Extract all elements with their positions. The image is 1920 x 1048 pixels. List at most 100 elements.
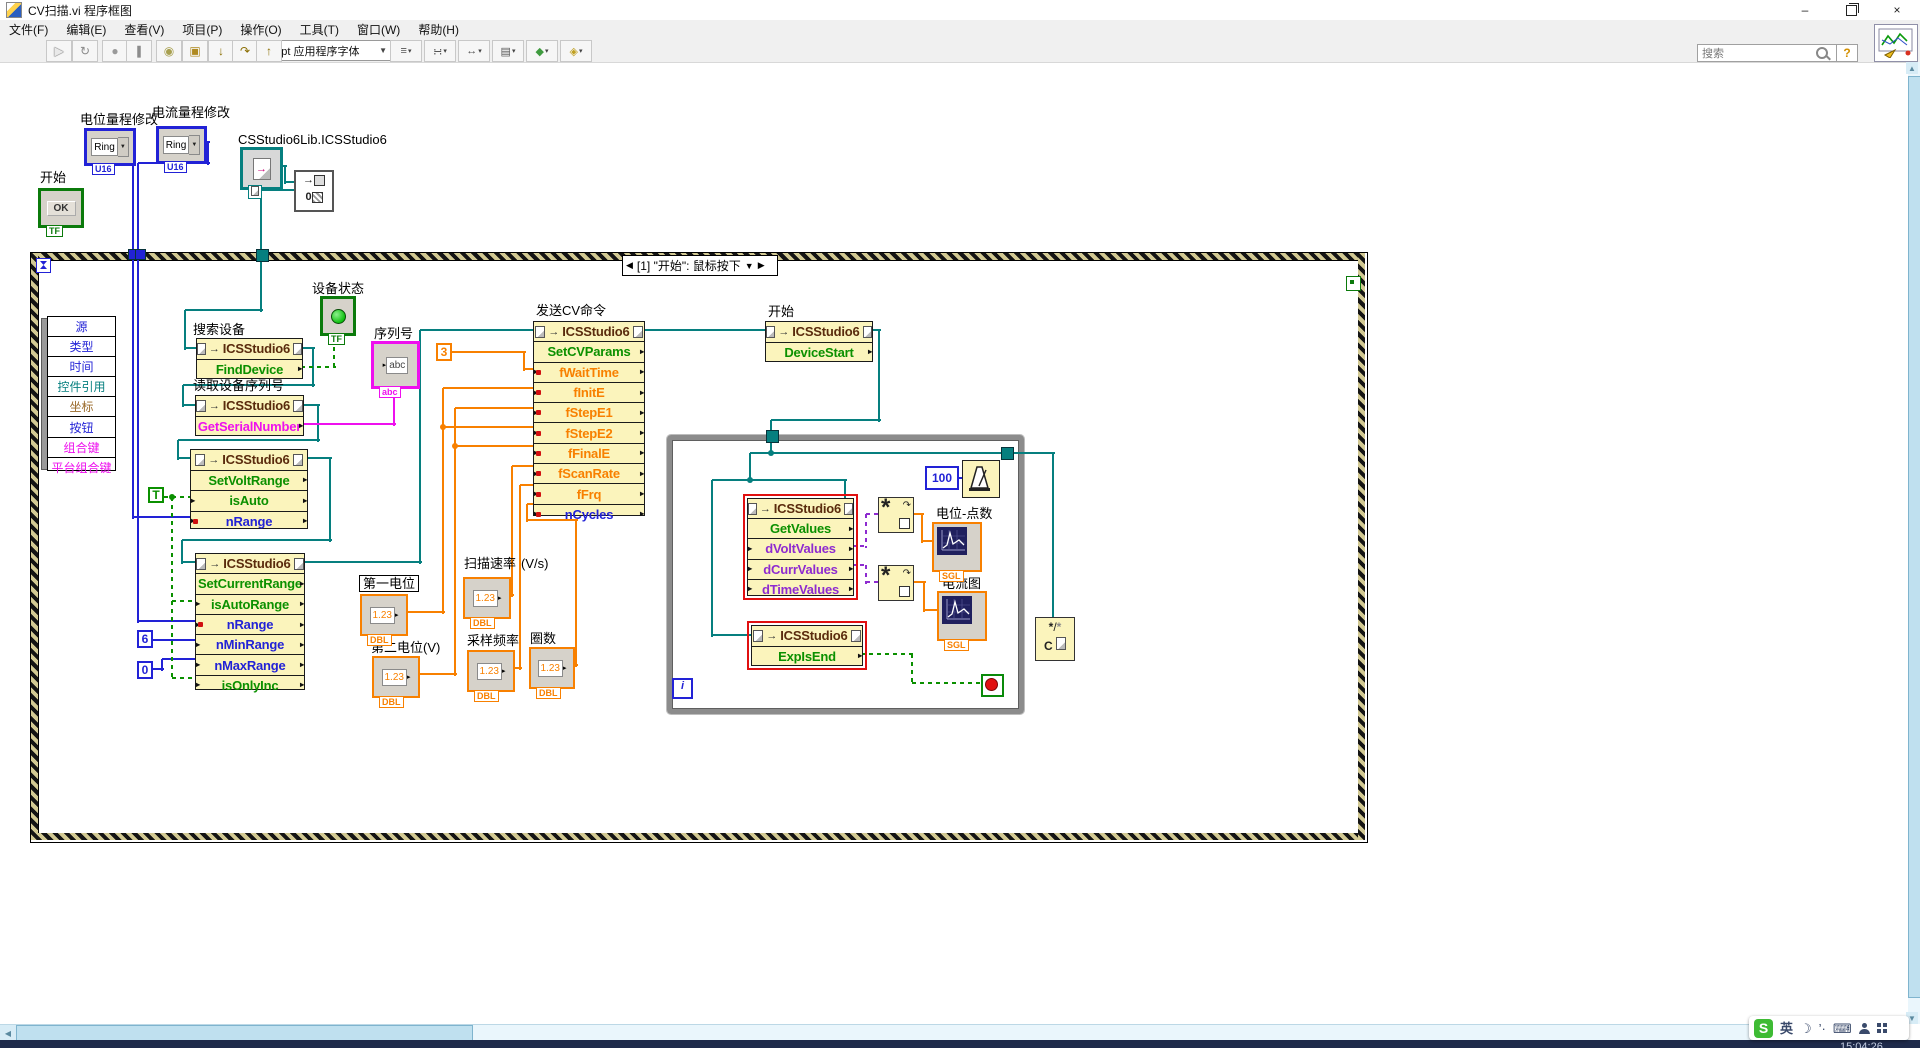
node-row[interactable]: SetVoltRange▸ bbox=[191, 470, 307, 491]
node-row[interactable]: fFrq▸▸ bbox=[534, 483, 644, 503]
scroll-up-arrow[interactable]: ▲ bbox=[1906, 62, 1918, 74]
node-row[interactable]: dTimeValues▸▸ bbox=[748, 579, 853, 599]
sample-frequency-terminal[interactable]: 1.23▸DBL bbox=[467, 650, 515, 692]
vertical-scroll-thumb[interactable] bbox=[1908, 76, 1920, 998]
current-chart-terminal[interactable]: SGL bbox=[937, 591, 987, 641]
scan-rate-terminal[interactable]: 1.23▸DBL bbox=[463, 577, 511, 619]
ime-language-toggle[interactable]: 英 bbox=[1780, 1022, 1793, 1035]
potential-range-ring-terminal[interactable]: Ring▼U16 bbox=[84, 128, 136, 166]
wire-teal[interactable] bbox=[178, 439, 320, 441]
event-data-item[interactable]: 平台组合键 bbox=[48, 457, 115, 477]
taskbar-clock[interactable]: 15:04:26 bbox=[1840, 1041, 1883, 1048]
menu-item[interactable]: 项目(P) bbox=[173, 20, 231, 38]
node-row[interactable]: fScanRate▸▸ bbox=[534, 463, 644, 483]
clean-up-diagram-button[interactable]: ◆▾ bbox=[526, 40, 558, 62]
reorder-dropdown[interactable]: ▤▾ bbox=[492, 40, 524, 62]
set-volt-range-node[interactable]: →ICSStudio6SetVoltRange▸isAuto▸▸nRange▸▸ bbox=[190, 449, 308, 529]
vertical-scrollbar[interactable]: ▲ ▼ bbox=[1908, 62, 1920, 1024]
node-row[interactable]: SetCurrentRange▸ bbox=[196, 573, 304, 593]
wire-teal[interactable] bbox=[185, 309, 263, 311]
wire-teal[interactable] bbox=[182, 539, 332, 541]
wire-teal[interactable] bbox=[303, 561, 422, 563]
wire-orange[interactable] bbox=[511, 466, 513, 597]
node-row[interactable]: fInitE▸▸ bbox=[534, 382, 644, 402]
wire-blue[interactable] bbox=[138, 620, 197, 622]
node-row[interactable]: fWaitTime▸▸ bbox=[534, 362, 644, 382]
node-row[interactable]: nRange▸▸ bbox=[191, 511, 307, 532]
step-out-icon[interactable]: ↑ bbox=[256, 40, 282, 62]
icsstudio6-class-constant[interactable]: → bbox=[240, 147, 283, 190]
node-row[interactable]: ExpIsEnd▸ bbox=[752, 646, 862, 667]
wire-teal[interactable] bbox=[771, 419, 881, 421]
user-profile-icon[interactable] bbox=[1859, 1023, 1870, 1034]
wire-violet[interactable] bbox=[865, 514, 867, 548]
wire-green[interactable] bbox=[301, 366, 336, 368]
event-timeout-terminal[interactable] bbox=[36, 258, 51, 273]
node-row[interactable]: DeviceStart▸ bbox=[766, 342, 872, 363]
node-row[interactable]: SetCVParams▸ bbox=[534, 341, 644, 361]
wire-teal[interactable] bbox=[750, 479, 847, 481]
set-cv-params-node[interactable]: →ICSStudio6SetCVParams▸fWaitTime▸▸fInitE… bbox=[533, 321, 645, 516]
abort-icon[interactable]: ● bbox=[102, 40, 128, 62]
node-row[interactable]: dCurrValues▸▸ bbox=[748, 559, 853, 579]
first-potential-terminal[interactable]: 1.23▸DBL bbox=[360, 594, 408, 636]
wire-teal[interactable] bbox=[643, 329, 767, 331]
menu-item[interactable]: 窗口(W) bbox=[348, 20, 409, 38]
device-status-led-terminal[interactable]: TF bbox=[320, 296, 356, 336]
wire-teal[interactable] bbox=[711, 480, 713, 637]
block-diagram-canvas[interactable]: ◀[1] "开始": 鼠标按下▼▶源类型时间控件引用坐标按钮组合键平台组合键电位… bbox=[0, 0, 1920, 1048]
next-case-arrow[interactable]: ▶ bbox=[758, 260, 765, 271]
wire-orange[interactable] bbox=[443, 387, 535, 389]
wire-teal[interactable] bbox=[329, 458, 331, 542]
node-row[interactable]: nRange▸▸ bbox=[196, 614, 304, 634]
serial-number-string-terminal[interactable]: ▸abcabc bbox=[371, 341, 420, 389]
tunnel[interactable] bbox=[1001, 447, 1014, 460]
wire-blue[interactable] bbox=[133, 516, 192, 518]
wire-teal[interactable] bbox=[712, 634, 753, 636]
node-row[interactable]: isOnlyInc▸▸ bbox=[196, 675, 304, 695]
wire-orange[interactable] bbox=[512, 465, 535, 467]
wire-orange[interactable] bbox=[414, 673, 457, 675]
node-row[interactable]: isAuto▸▸ bbox=[191, 490, 307, 511]
retain-wire-values-icon[interactable]: ▣ bbox=[182, 40, 208, 62]
event-data-item[interactable]: 控件引用 bbox=[48, 376, 115, 396]
menu-item[interactable]: 工具(T) bbox=[291, 20, 348, 38]
wire-orange[interactable] bbox=[526, 504, 528, 522]
potential-points-chart-terminal[interactable]: SGL bbox=[932, 522, 982, 572]
wire-green[interactable] bbox=[861, 653, 914, 655]
wire-teal[interactable] bbox=[184, 310, 186, 350]
wire-orange[interactable] bbox=[923, 582, 925, 612]
align-objects-dropdown[interactable]: ≡▾ bbox=[390, 40, 422, 62]
node-row[interactable]: nMinRange▸▸ bbox=[196, 634, 304, 654]
run-continuous-icon[interactable]: ↻ bbox=[72, 40, 98, 62]
context-help-toggle[interactable]: ◈▾ bbox=[560, 40, 592, 62]
vi-icon[interactable] bbox=[1874, 24, 1918, 62]
wire-teal[interactable] bbox=[420, 329, 535, 331]
event-data-item[interactable]: 坐标 bbox=[48, 396, 115, 416]
wire-orange[interactable] bbox=[455, 407, 535, 409]
start-boolean-terminal[interactable]: OKTF bbox=[38, 188, 84, 228]
numeric-constant-100[interactable]: 100 bbox=[925, 466, 959, 490]
event-data-item[interactable]: 类型 bbox=[48, 336, 115, 356]
wire-orange[interactable] bbox=[921, 514, 923, 543]
device-start-node[interactable]: →ICSStudio6DeviceStart▸ bbox=[765, 321, 873, 362]
distribute-objects-dropdown[interactable]: ∺▾ bbox=[424, 40, 456, 62]
numeric-constant-3[interactable]: 3 bbox=[436, 343, 452, 361]
node-row[interactable]: fStepE2▸▸ bbox=[534, 422, 644, 442]
wire-green[interactable] bbox=[912, 682, 983, 684]
ime-menu-grid-icon[interactable] bbox=[1877, 1023, 1881, 1027]
wire-teal[interactable] bbox=[844, 480, 846, 500]
wire-blue[interactable] bbox=[137, 163, 139, 623]
wire-orange[interactable] bbox=[575, 520, 577, 667]
node-row[interactable]: isAutoRange▸▸ bbox=[196, 594, 304, 614]
wire-blue[interactable] bbox=[162, 658, 197, 660]
highlight-execution-icon[interactable]: ◉ bbox=[156, 40, 182, 62]
tunnel[interactable] bbox=[256, 249, 269, 262]
event-data-node[interactable]: 源类型时间控件引用坐标按钮组合键平台组合键 bbox=[47, 316, 116, 471]
wait-ms-multiple-icon[interactable] bbox=[962, 460, 1000, 498]
pause-ic(on[interactable]: ∥ bbox=[126, 40, 152, 62]
punctuation-mode-icon[interactable]: ’· bbox=[1819, 1022, 1826, 1035]
true-constant[interactable]: T bbox=[148, 487, 164, 503]
node-row[interactable]: fStepE1▸▸ bbox=[534, 402, 644, 422]
wire-blue[interactable] bbox=[132, 144, 134, 519]
